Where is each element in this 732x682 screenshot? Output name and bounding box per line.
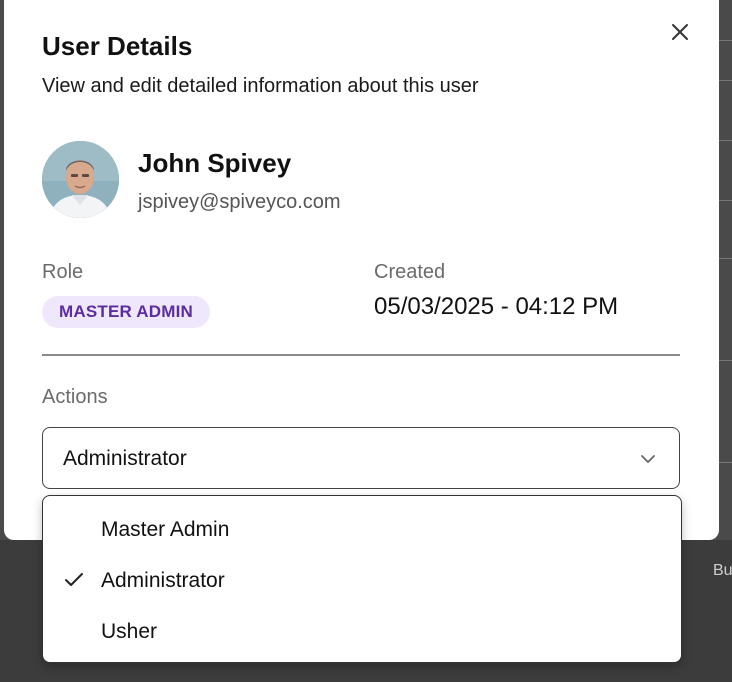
role-dropdown-menu: Master Admin Administrator Usher xyxy=(42,495,682,663)
close-button[interactable] xyxy=(668,20,692,44)
user-details-modal: User Details View and edit detailed info… xyxy=(4,0,719,540)
option-label: Administrator xyxy=(101,569,225,592)
user-name: John Spivey xyxy=(138,148,292,178)
user-email: jspivey@spiveyco.com xyxy=(138,191,341,213)
created-value: 05/03/2025 - 04:12 PM xyxy=(374,293,619,320)
close-icon xyxy=(672,24,688,40)
created-label: Created xyxy=(374,261,446,283)
role-select[interactable]: Administrator xyxy=(42,427,680,489)
role-select-value: Administrator xyxy=(63,447,187,470)
option-label: Usher xyxy=(101,620,158,643)
role-label: Role xyxy=(42,261,84,283)
option-administrator[interactable]: Administrator xyxy=(43,555,681,605)
user-photo-icon xyxy=(42,141,119,218)
modal-title: User Details xyxy=(42,31,193,61)
actions-label: Actions xyxy=(42,386,108,408)
section-divider xyxy=(42,354,680,356)
avatar xyxy=(42,141,119,218)
chevron-down-icon xyxy=(641,455,655,463)
option-label: Master Admin xyxy=(101,518,230,541)
role-badge: MASTER ADMIN xyxy=(42,296,210,328)
modal-subtitle: View and edit detailed information about… xyxy=(42,75,479,97)
option-master-admin[interactable]: Master Admin xyxy=(43,504,681,554)
background-text: Bu xyxy=(713,562,732,579)
check-icon xyxy=(65,573,83,586)
option-usher[interactable]: Usher xyxy=(43,606,681,656)
